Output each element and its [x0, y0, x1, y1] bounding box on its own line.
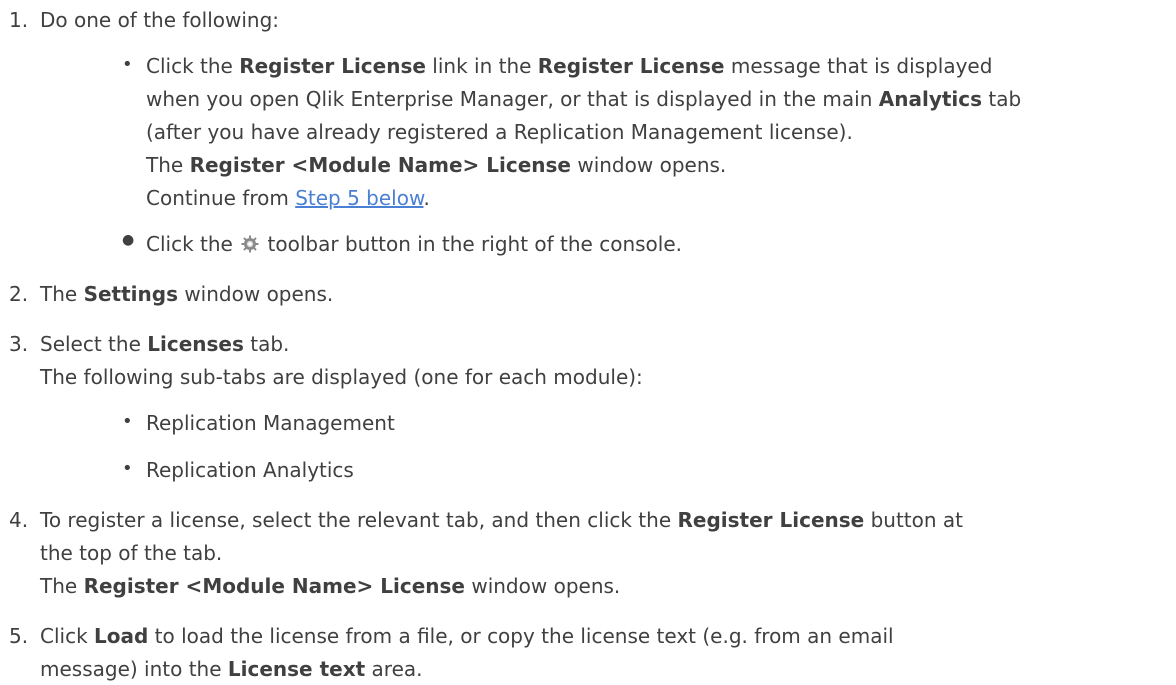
step-5-line-2: message) into the License text area. [40, 655, 423, 683]
text: To register a license, select the releva… [40, 508, 678, 532]
document: 1. Do one of the following: • Click the … [0, 0, 1176, 685]
bold-term: Settings [83, 282, 178, 306]
text: message) into the [40, 657, 228, 681]
step-4: 4. To register a license, select the rel… [0, 506, 1176, 534]
step-number: 5. [9, 624, 29, 648]
text: message that is displayed [724, 54, 993, 78]
text: The [40, 574, 84, 598]
step-number: 3. [9, 332, 29, 356]
step-text: Select the Licenses tab. [40, 330, 289, 358]
text: The following sub-tabs are displayed (on… [40, 365, 643, 389]
list-item-text: Replication Management [146, 411, 395, 435]
step-text: Click Load to load the license from a fi… [40, 622, 894, 650]
bullet-icon: ● [122, 232, 135, 248]
bold-term: Analytics [878, 87, 983, 111]
step-number: 1. [9, 8, 29, 32]
text: Click the [146, 54, 240, 78]
option-a-line-3: (after you have already registered a Rep… [146, 118, 853, 146]
text: Click the [146, 232, 240, 256]
text: . [423, 186, 430, 210]
step-4-line-3: The Register <Module Name> License windo… [40, 572, 620, 600]
option-a-line-2: when you open Qlik Enterprise Manager, o… [146, 85, 1021, 113]
text: Select the [40, 332, 148, 356]
text: to load the license from a file, or copy… [148, 624, 894, 648]
step-number: 4. [9, 508, 29, 532]
text: window opens. [177, 282, 334, 306]
step-5-link[interactable]: Step 5 below [295, 186, 423, 210]
text: button at [864, 508, 963, 532]
bold-term: Load [94, 624, 149, 648]
bullet-icon: • [122, 54, 133, 75]
text: link in the [425, 54, 538, 78]
step-text: Do one of the following: [40, 8, 280, 32]
option-a-line-1: Click the Register License link in the R… [146, 52, 992, 80]
list-item: Replication Management [146, 409, 395, 437]
bold-term: Register License [537, 54, 725, 78]
text: (after you have already registered a Rep… [146, 120, 853, 144]
text: Click [40, 624, 95, 648]
step-number: 2. [9, 282, 29, 306]
list-item: Replication Analytics [146, 456, 354, 484]
bold-term: Licenses [147, 332, 244, 356]
text: window opens. [464, 574, 621, 598]
list-item-text: Replication Analytics [146, 458, 354, 482]
text: window opens. [570, 153, 727, 177]
gear-icon [241, 232, 259, 260]
bold-term: Register License [677, 508, 865, 532]
option-a-line-4: The Register <Module Name> License windo… [146, 151, 726, 179]
bold-term: Register License [239, 54, 426, 78]
text: The [40, 282, 84, 306]
text: tab [982, 87, 1022, 111]
text: area. [365, 657, 423, 681]
bullet-icon: • [122, 411, 133, 432]
text: Continue from [146, 186, 296, 210]
option-a-line-5: Continue from Step 5 below. [146, 184, 430, 212]
bold-term: Register <Module Name> License [189, 153, 571, 177]
step-3-line-2: The following sub-tabs are displayed (on… [40, 363, 643, 391]
bold-term: License text [227, 657, 366, 681]
text: tab. [243, 332, 290, 356]
bold-term: Register <Module Name> License [83, 574, 465, 598]
text: toolbar button in the right of the conso… [261, 232, 683, 256]
step-3: 3. Select the Licenses tab. [0, 330, 1176, 358]
bullet-icon: • [122, 458, 133, 479]
text: when you open Qlik Enterprise Manager, o… [146, 87, 879, 111]
step-4-line-2: the top of the tab. [40, 539, 222, 567]
step-2: 2. The Settings window opens. [0, 280, 1176, 308]
step-text: The Settings window opens. [40, 280, 333, 308]
text: the top of the tab. [40, 541, 223, 565]
option-b-line: Click the toolbar button in the right of… [146, 230, 682, 258]
step-5: 5. Click Load to load the license from a… [0, 622, 1176, 650]
text: The [146, 153, 190, 177]
step-text: To register a license, select the releva… [40, 506, 963, 534]
